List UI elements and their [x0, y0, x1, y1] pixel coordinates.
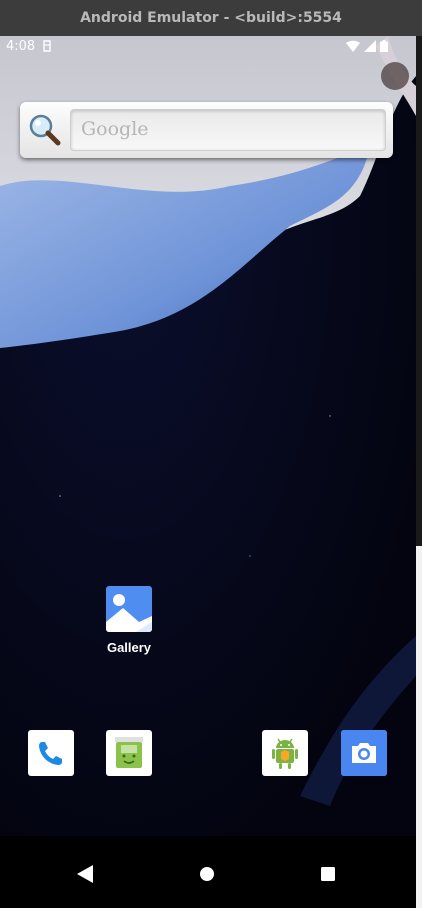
status-time: 4:08	[6, 39, 36, 54]
home-button[interactable]	[195, 862, 219, 886]
google-search-widget[interactable]: Google	[20, 102, 393, 158]
recents-icon[interactable]	[321, 867, 335, 881]
status-bar: 4:08	[0, 36, 416, 60]
android-app-icon[interactable]	[262, 730, 308, 776]
side-panel-dark	[416, 36, 422, 546]
sd-card-icon	[43, 40, 51, 52]
home-icon[interactable]	[199, 866, 215, 882]
gallery-label: Gallery	[106, 640, 152, 655]
android-app[interactable]	[262, 730, 308, 776]
gallery-icon[interactable]	[106, 586, 152, 632]
window-title: Android Emulator - <build>:5554	[80, 10, 342, 26]
cell-signal-icon	[364, 40, 376, 52]
messaging-app[interactable]	[106, 730, 152, 776]
device-screen: 4:08 Google Gallery	[0, 36, 416, 908]
gallery-app[interactable]: Gallery	[89, 586, 169, 655]
search-icon[interactable]	[26, 112, 62, 148]
back-icon[interactable]	[77, 865, 93, 883]
camera-icon[interactable]	[341, 730, 387, 776]
search-input[interactable]: Google	[70, 109, 386, 151]
navigation-bar	[0, 836, 416, 908]
recents-button[interactable]	[316, 862, 340, 886]
messaging-icon[interactable]	[106, 730, 152, 776]
wallpaper	[0, 36, 416, 908]
side-panel-light	[416, 546, 422, 908]
phone-icon[interactable]	[28, 730, 74, 776]
emulator-title-bar: Android Emulator - <build>:5554	[0, 0, 422, 36]
search-placeholder: Google	[81, 118, 149, 140]
phone-app[interactable]	[28, 730, 74, 776]
wifi-icon	[346, 40, 360, 52]
back-button[interactable]	[73, 862, 97, 886]
camera-app[interactable]	[341, 730, 387, 776]
battery-icon	[380, 40, 388, 52]
